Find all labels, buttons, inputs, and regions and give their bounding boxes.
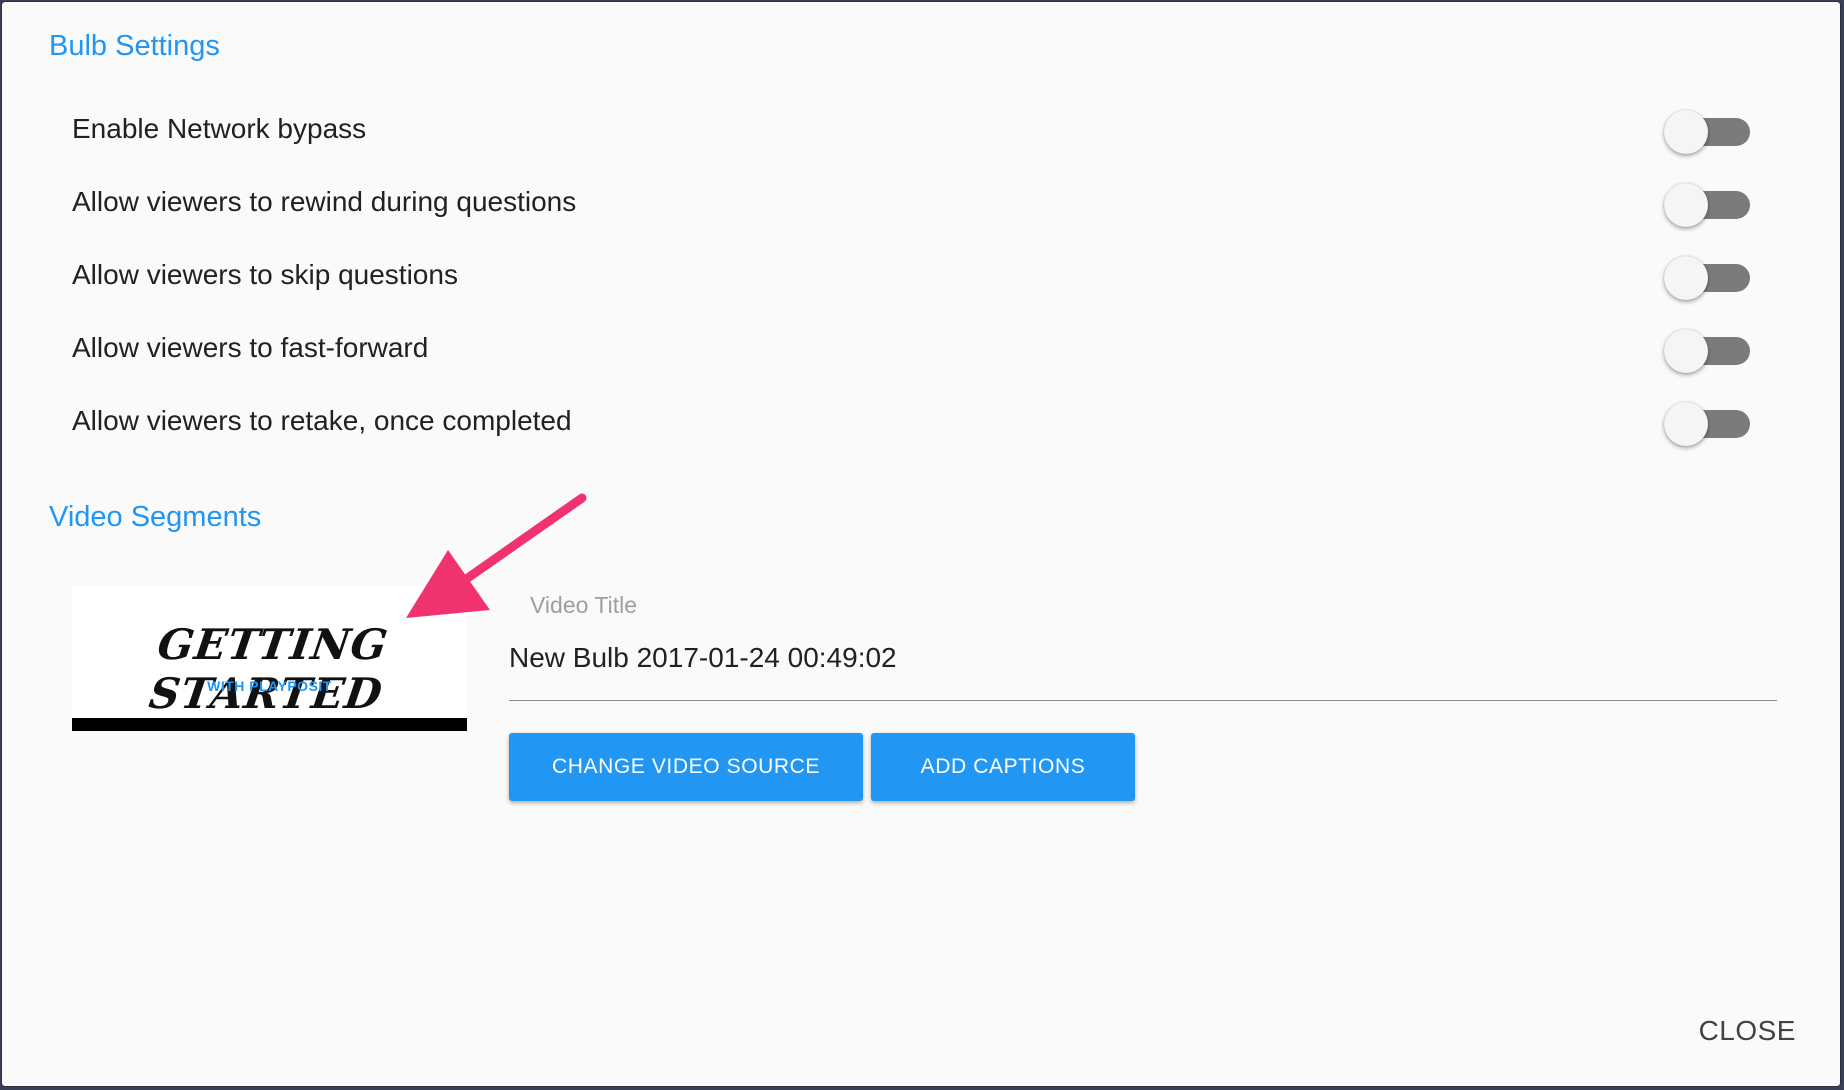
video-title-field: Video Title [509, 588, 1777, 704]
close-button[interactable]: CLOSE [1693, 1014, 1802, 1048]
network-bypass-toggle[interactable] [1664, 110, 1756, 154]
setting-label: Allow viewers to skip questions [72, 259, 458, 290]
skip-questions-toggle[interactable] [1664, 256, 1756, 300]
thumbnail-title: GETTING STARTED [146, 620, 392, 718]
rewind-toggle[interactable] [1664, 183, 1756, 227]
setting-row-network-bypass: Enable Network bypass [72, 104, 1756, 154]
video-thumbnail[interactable]: GETTING STARTED WITH PLAYPOSIT [72, 586, 467, 731]
setting-row-skip: Allow viewers to skip questions [72, 250, 1756, 300]
toggle-thumb [1664, 329, 1708, 373]
thumbnail-subtitle: WITH PLAYPOSIT [207, 678, 332, 694]
bulb-settings-heading: Bulb Settings [49, 30, 220, 62]
setting-label: Allow viewers to retake, once completed [72, 405, 572, 436]
thumbnail-progress-bar [72, 718, 467, 731]
setting-label: Allow viewers to rewind during questions [72, 186, 577, 217]
video-title-label: Video Title [530, 592, 637, 618]
video-segments-heading: Video Segments [49, 501, 262, 533]
toggle-thumb [1664, 256, 1708, 300]
setting-label: Enable Network bypass [72, 113, 367, 144]
bulb-settings-dialog: Bulb Settings Enable Network bypass Allo… [2, 2, 1840, 1086]
change-video-source-button[interactable]: CHANGE VIDEO SOURCE [509, 733, 863, 801]
add-captions-button[interactable]: ADD CAPTIONS [871, 733, 1135, 801]
video-title-input[interactable] [509, 636, 1777, 680]
toggle-thumb [1664, 110, 1708, 154]
setting-row-rewind: Allow viewers to rewind during questions [72, 177, 1756, 227]
field-underline [509, 700, 1777, 701]
setting-label: Allow viewers to fast-forward [72, 332, 429, 363]
toggle-thumb [1664, 183, 1708, 227]
setting-row-fast-forward: Allow viewers to fast-forward [72, 323, 1756, 373]
toggle-thumb [1664, 402, 1708, 446]
fast-forward-toggle[interactable] [1664, 329, 1756, 373]
retake-toggle[interactable] [1664, 402, 1756, 446]
setting-row-retake: Allow viewers to retake, once completed [72, 396, 1756, 446]
